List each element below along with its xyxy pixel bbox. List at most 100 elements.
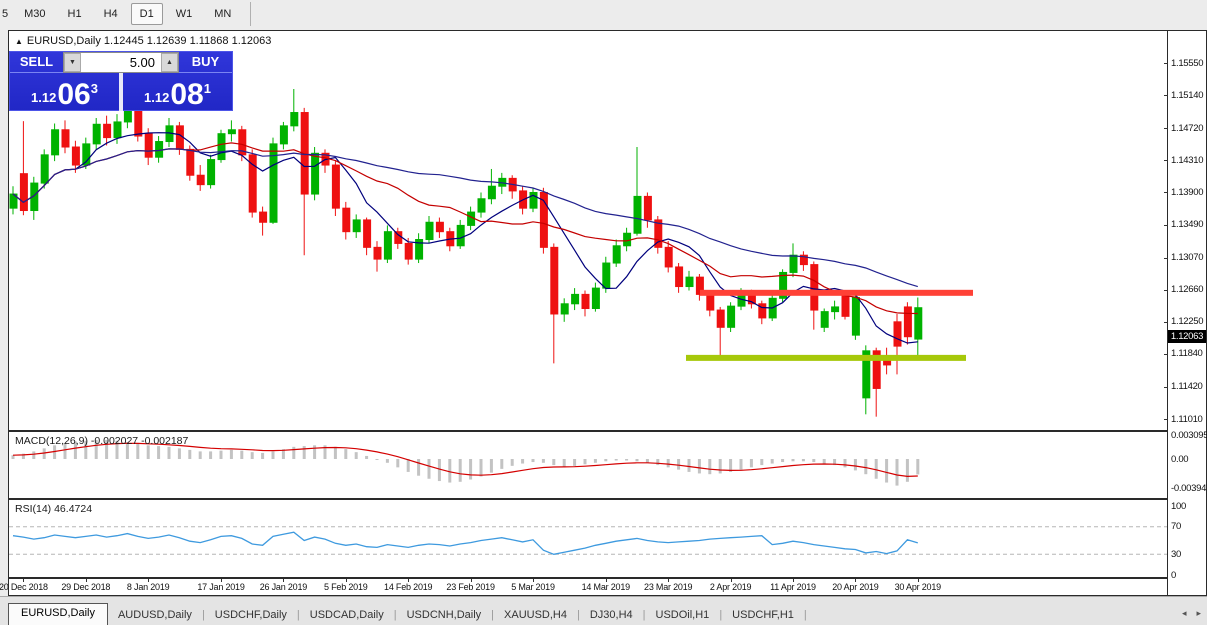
macd-histogram-bar xyxy=(334,447,337,459)
price-axis-label: 1.12660 xyxy=(1171,284,1203,295)
macd-histogram-bar xyxy=(199,451,202,459)
volume-decrease-button[interactable]: ▼ xyxy=(64,53,81,72)
macd-histogram-bar xyxy=(438,459,441,481)
timeframe-button-h4[interactable]: H4 xyxy=(95,3,127,25)
tab-dj30-h4[interactable]: DJ30,H4 xyxy=(580,606,643,625)
macd-axis-label: -0.003947 xyxy=(1171,483,1207,494)
main-chart-panel[interactable]: ▲ EURUSD,Daily 1.12445 1.12639 1.11868 1… xyxy=(9,31,1167,430)
price-axis-label: 1.13070 xyxy=(1171,252,1203,263)
price-axis[interactable]: 1.155501.151401.147201.143101.139001.134… xyxy=(1168,31,1206,595)
candle-body xyxy=(717,310,724,327)
timeframe-button-d1[interactable]: D1 xyxy=(131,3,163,25)
macd-histogram-bar xyxy=(511,459,514,466)
macd-histogram-bar xyxy=(365,456,368,459)
candle-body xyxy=(291,113,298,126)
candle-body xyxy=(384,232,391,259)
timeframe-button-m30[interactable]: M30 xyxy=(15,3,54,25)
candle-body xyxy=(208,160,215,185)
macd-histogram-bar xyxy=(636,459,639,461)
macd-histogram-bar xyxy=(740,459,743,470)
timeframe-button-5[interactable]: 5 xyxy=(0,3,11,25)
buy-button[interactable]: BUY xyxy=(179,52,232,73)
candle-body xyxy=(62,130,69,147)
tab-audusd-daily[interactable]: AUDUSD,Daily xyxy=(108,606,202,625)
symbol-tab-strip: EURUSD,DailyAUDUSD,Daily|USDCHF,Daily|US… xyxy=(8,597,807,625)
macd-histogram-bar xyxy=(688,459,691,472)
macd-histogram-bar xyxy=(386,459,389,463)
tab-xauusd-h4[interactable]: XAUUSD,H4 xyxy=(494,606,577,625)
candle-body xyxy=(280,126,287,144)
macd-axis-label: 0.00 xyxy=(1171,454,1188,465)
tab-usdcnh-daily[interactable]: USDCNH,Daily xyxy=(397,606,492,625)
macd-histogram-bar xyxy=(469,459,472,480)
price-axis-tick xyxy=(1164,63,1168,64)
candle-body xyxy=(426,222,433,239)
tab-scroll-right-icon[interactable]: ▸ xyxy=(1196,608,1201,619)
date-label: 14 Mar 2019 xyxy=(582,582,630,592)
collapse-panel-icon[interactable]: ▲ xyxy=(15,37,23,46)
sell-price-sup: 3 xyxy=(91,81,98,96)
candle-body xyxy=(530,192,537,208)
date-label: 29 Dec 2018 xyxy=(61,582,110,592)
timeframe-button-w1[interactable]: W1 xyxy=(167,3,202,25)
macd-histogram-bar xyxy=(396,459,399,467)
tab-usdchf-daily[interactable]: USDCHF,Daily xyxy=(205,606,297,625)
tab-eurusd-daily[interactable]: EURUSD,Daily xyxy=(8,603,108,625)
sell-price-box[interactable]: 1.12 06 3 xyxy=(10,73,119,111)
buy-price-big: 08 xyxy=(170,82,203,108)
date-label: 30 Apr 2019 xyxy=(895,582,941,592)
macd-histogram-bar xyxy=(344,449,347,459)
macd-indicator-panel[interactable]: MACD(12,26,9) -0.002027 -0.002187 xyxy=(9,432,1167,498)
macd-histogram-bar xyxy=(760,459,763,465)
macd-histogram-bar xyxy=(792,459,795,461)
date-label: 23 Mar 2019 xyxy=(644,582,692,592)
buy-price-prefix: 1.12 xyxy=(144,88,169,108)
resistance-line xyxy=(700,290,973,296)
tab-usdchf-h1[interactable]: USDCHF,H1 xyxy=(722,606,804,625)
buy-price-sup: 1 xyxy=(204,81,211,96)
tab-scroll-left-icon[interactable]: ◂ xyxy=(1182,608,1187,619)
macd-histogram-bar xyxy=(12,455,15,459)
date-label: 26 Jan 2019 xyxy=(260,582,307,592)
macd-histogram-bar xyxy=(698,459,701,473)
candle-body xyxy=(561,304,568,314)
price-axis-label: 1.13490 xyxy=(1171,219,1203,230)
macd-histogram-bar xyxy=(542,459,545,463)
candle-body xyxy=(904,307,911,337)
macd-histogram-bar xyxy=(313,445,316,459)
macd-histogram-bar xyxy=(844,459,847,467)
date-label: 2 Apr 2019 xyxy=(710,582,752,592)
tab-usdoil-h1[interactable]: USDOil,H1 xyxy=(646,606,720,625)
volume-input[interactable]: 5.00 xyxy=(81,53,161,72)
macd-histogram-bar xyxy=(812,459,815,462)
sell-price-prefix: 1.12 xyxy=(31,88,56,108)
candle-body xyxy=(582,294,589,308)
timeframe-button-h1[interactable]: H1 xyxy=(59,3,91,25)
macd-histogram-bar xyxy=(625,459,628,461)
macd-histogram-bar xyxy=(188,450,191,459)
macd-histogram-bar xyxy=(906,459,909,482)
macd-histogram-bar xyxy=(615,459,618,461)
candle-body xyxy=(176,126,183,150)
tab-usdcad-daily[interactable]: USDCAD,Daily xyxy=(300,606,394,625)
rsi-indicator-panel[interactable]: RSI(14) 46.4724 xyxy=(9,500,1167,577)
rsi-label: RSI(14) 46.4724 xyxy=(15,503,92,515)
sell-button[interactable]: SELL xyxy=(10,52,63,73)
candle-body xyxy=(374,247,381,259)
macd-histogram-bar xyxy=(178,448,181,459)
date-axis[interactable]: 20 Dec 201829 Dec 20188 Jan 201917 Jan 2… xyxy=(9,579,1167,595)
volume-increase-button[interactable]: ▲ xyxy=(161,53,178,72)
buy-price-box[interactable]: 1.12 08 1 xyxy=(123,73,232,111)
candle-body xyxy=(478,199,485,212)
macd-histogram-bar xyxy=(459,459,462,482)
macd-histogram-bar xyxy=(563,459,566,467)
macd-histogram-bar xyxy=(32,451,35,459)
price-axis-tick xyxy=(1164,225,1168,226)
macd-histogram-bar xyxy=(240,451,243,459)
candle-body xyxy=(114,122,121,138)
timeframe-button-mn[interactable]: MN xyxy=(205,3,240,25)
trading-platform-window: 5M30H1H4D1W1MN ▲ EURUSD,Daily 1.12445 1.… xyxy=(0,0,1207,625)
macd-label: MACD(12,26,9) -0.002027 -0.002187 xyxy=(15,435,188,447)
candle-body xyxy=(353,220,360,232)
candle-body xyxy=(572,294,579,303)
